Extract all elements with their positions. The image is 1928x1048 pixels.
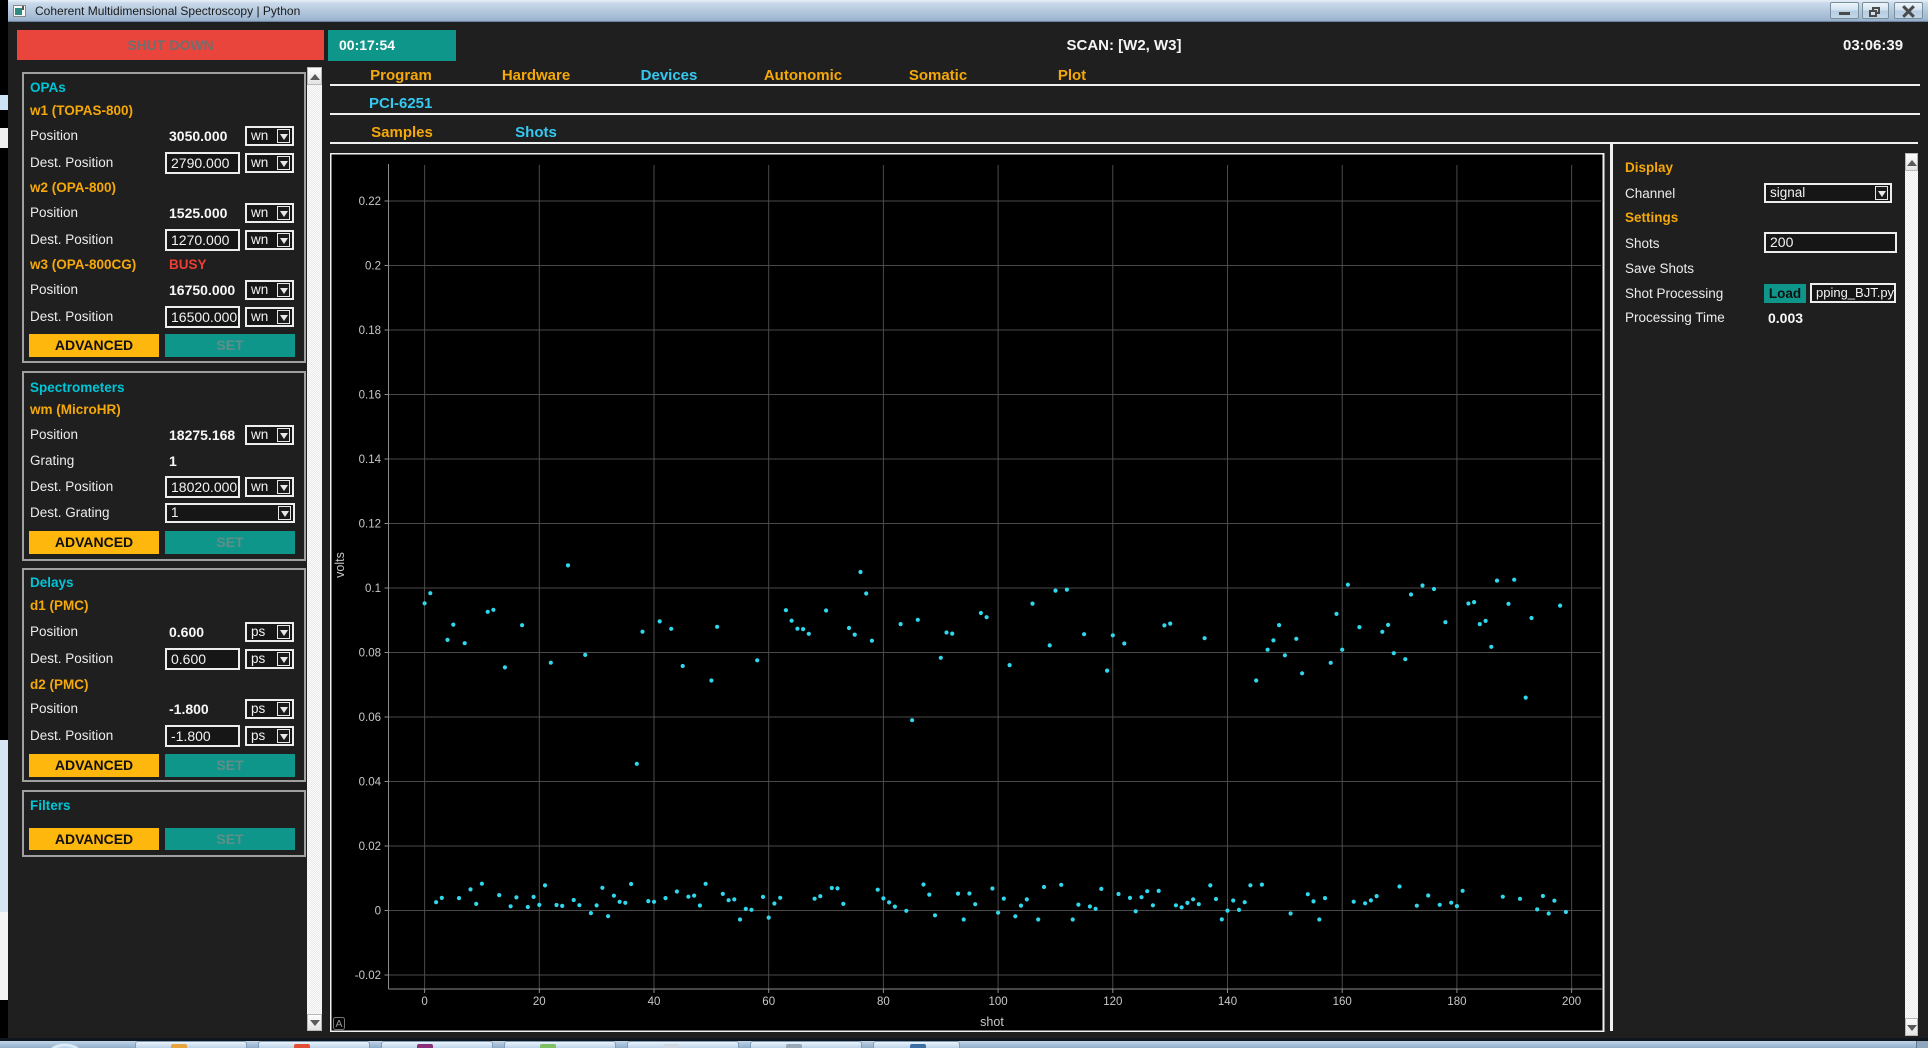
svg-text:0.18: 0.18 [359,325,381,337]
svg-text:180: 180 [1447,996,1466,1008]
svg-text:0: 0 [375,906,381,918]
svg-text:A: A [335,1018,342,1030]
svg-text:0.06: 0.06 [359,712,381,724]
svg-text:0: 0 [421,996,427,1008]
svg-text:volts: volts [333,552,347,578]
svg-text:20: 20 [533,996,546,1008]
svg-text:0.2: 0.2 [365,261,381,273]
svg-text:0.04: 0.04 [359,777,382,789]
svg-text:0.16: 0.16 [359,390,381,402]
svg-text:120: 120 [1103,996,1122,1008]
svg-text:60: 60 [762,996,775,1008]
svg-text:-0.02: -0.02 [355,970,381,982]
svg-text:0.1: 0.1 [365,583,381,595]
svg-text:40: 40 [648,996,661,1008]
svg-text:140: 140 [1218,996,1237,1008]
svg-text:0.02: 0.02 [359,841,381,853]
svg-text:0.22: 0.22 [359,196,381,208]
svg-text:0.14: 0.14 [359,454,382,466]
svg-text:80: 80 [877,996,890,1008]
svg-text:shot: shot [980,1015,1004,1029]
svg-text:100: 100 [989,996,1008,1008]
svg-text:200: 200 [1562,996,1581,1008]
svg-text:0.08: 0.08 [359,648,381,660]
svg-text:0.12: 0.12 [359,519,381,531]
svg-text:160: 160 [1333,996,1352,1008]
